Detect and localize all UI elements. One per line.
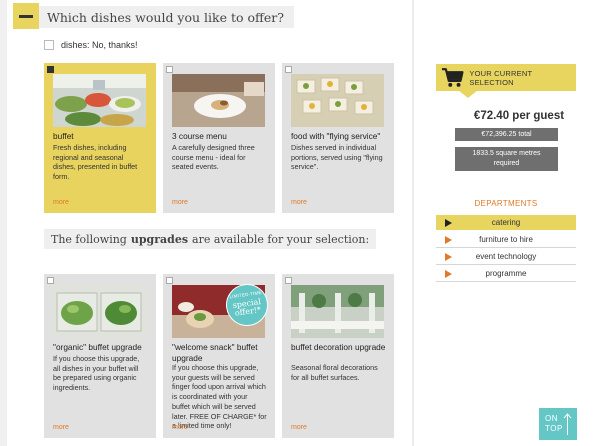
selection-header-pointer — [458, 90, 478, 98]
department-label: catering — [491, 218, 521, 227]
department-item-event-technology[interactable]: event technology — [436, 249, 576, 265]
area-line-1: 1833.5 square metres — [472, 150, 541, 157]
upgrade-more-link[interactable]: more — [172, 423, 188, 432]
upgrade-description: Seasonal floral decorations for all buff… — [291, 363, 378, 382]
triangle-right-icon — [445, 269, 452, 278]
upgrade-card-buffet-decoration[interactable]: buffet decoration upgrade Seasonal flora… — [282, 274, 394, 438]
dish-description: Fresh dishes, including regional and sea… — [53, 143, 138, 182]
arrow-up-icon — [563, 413, 572, 435]
department-item-furniture[interactable]: furniture to hire — [436, 232, 576, 248]
dish-checkbox[interactable] — [166, 66, 173, 73]
triangle-right-icon — [445, 235, 452, 244]
shopping-cart-icon — [441, 67, 464, 87]
total-price: €72,396.25 total — [455, 128, 558, 141]
on-top-line-2: TOP — [545, 423, 563, 433]
upgrades-header-pre: The following — [51, 232, 127, 246]
dish-more-link[interactable]: more — [172, 198, 188, 207]
upgrade-checkbox[interactable] — [47, 277, 54, 284]
current-selection-header: YOUR CURRENT SELECTION — [436, 64, 576, 91]
no-thanks-option[interactable]: dishes: No, thanks! — [44, 40, 138, 50]
area-line-2: required — [493, 160, 520, 167]
dish-more-link[interactable]: more — [53, 198, 69, 207]
upgrade-card-organic[interactable]: "organic" buffet upgrade If you choose t… — [44, 274, 156, 438]
upgrade-more-link[interactable]: more — [291, 423, 307, 432]
dish-card-buffet[interactable]: buffet Fresh dishes, including regional … — [44, 63, 156, 213]
buffet-photo — [53, 74, 146, 127]
main-content: Which dishes would you like to offer? di… — [0, 0, 412, 446]
dish-title: food with "flying service" — [291, 131, 381, 141]
dish-card-flying-service[interactable]: food with "flying service" Dishes served… — [282, 63, 394, 213]
dish-card-3-course-menu[interactable]: 3 course menu A carefully designed three… — [163, 63, 275, 213]
upgrades-header-post: are available for your selection: — [192, 232, 370, 246]
buffet-decoration-photo — [291, 285, 384, 338]
upgrade-checkbox[interactable] — [166, 277, 173, 284]
minus-icon — [19, 14, 33, 18]
department-label: event technology — [475, 252, 537, 261]
organic-produce-photo — [53, 285, 146, 338]
triangle-right-icon — [445, 218, 452, 227]
badge-special-offer: special offer!* — [232, 297, 262, 319]
dish-checkbox[interactable] — [47, 66, 54, 73]
dish-title: 3 course menu — [172, 131, 227, 141]
dish-title: buffet — [53, 131, 74, 141]
departments-title: DEPARTMENTS — [474, 199, 538, 208]
upgrade-title: "organic" buffet upgrade — [53, 342, 142, 352]
back-to-top-button[interactable]: ON TOP — [539, 408, 577, 440]
price-per-guest: €72.40 per guest — [473, 110, 565, 122]
dish-checkbox[interactable] — [285, 66, 292, 73]
upgrade-title: buffet decoration upgrade — [291, 342, 386, 352]
upgrades-header-bold: upgrades — [130, 232, 189, 246]
department-item-catering[interactable]: catering — [436, 215, 576, 230]
triangle-right-icon — [445, 252, 452, 261]
finger-food-photo — [291, 74, 384, 127]
question-title: Which dishes would you like to offer? — [47, 9, 284, 25]
on-top-line-1: ON — [545, 414, 558, 423]
department-label: furniture to hire — [479, 235, 533, 244]
area-required: 1833.5 square metres required — [455, 147, 558, 171]
plated-menu-photo — [172, 74, 265, 127]
upgrades-header: The following upgrades are available for… — [44, 229, 377, 249]
no-thanks-checkbox[interactable] — [44, 40, 54, 50]
upgrade-more-link[interactable]: more — [53, 423, 69, 432]
upgrade-card-welcome-snack[interactable]: LIMITED-TIME special offer!* "welcome sn… — [163, 274, 275, 438]
collapse-toggle-button[interactable] — [13, 3, 39, 29]
left-edge-strip — [0, 0, 7, 446]
upgrade-description: If you choose this upgrade, all dishes i… — [53, 354, 140, 393]
department-label: programme — [485, 269, 527, 278]
dish-description: Dishes served in individual portions, se… — [291, 143, 383, 172]
dish-more-link[interactable]: more — [291, 198, 307, 207]
question-header: Which dishes would you like to offer? — [13, 3, 294, 29]
upgrade-checkbox[interactable] — [285, 277, 292, 284]
current-selection-label: YOUR CURRENT SELECTION — [469, 68, 533, 87]
no-thanks-label: dishes: No, thanks! — [61, 40, 138, 50]
upgrade-description: If you choose this upgrade, your guests … — [172, 363, 267, 431]
department-item-programme[interactable]: programme — [436, 266, 576, 282]
dish-description: A carefully designed three course menu -… — [172, 143, 255, 172]
upgrade-title: "welcome snack" buffet upgrade — [172, 342, 258, 363]
